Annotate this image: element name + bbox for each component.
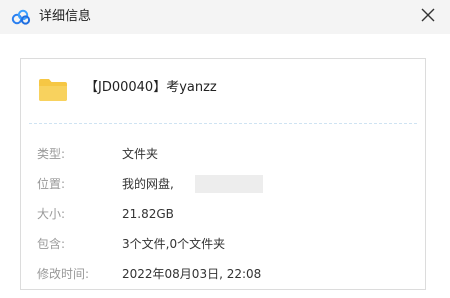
window-title: 详细信息 — [39, 9, 92, 24]
cloud-logo-icon — [11, 9, 31, 25]
title-bar: 详细信息 — [0, 0, 450, 34]
detail-value: 2022年08月03日, 22:08 — [122, 267, 262, 281]
close-button[interactable] — [414, 2, 442, 28]
detail-label: 包含: — [37, 237, 66, 251]
detail-value: 文件夹 — [122, 147, 159, 161]
detail-label: 大小: — [37, 207, 66, 221]
details-panel: 【JD00040】考yanzz 类型: 文件夹 位置: 我的网盘, 大小: 21… — [20, 58, 426, 290]
redacted-path — [195, 175, 263, 193]
detail-label: 修改时间: — [37, 267, 90, 281]
detail-label: 位置: — [37, 177, 66, 191]
close-icon — [421, 8, 435, 22]
folder-icon — [39, 79, 67, 101]
detail-value: 21.82GB — [122, 207, 174, 221]
detail-value[interactable]: 我的网盘, — [122, 175, 174, 193]
file-name: 【JD00040】考yanzz — [85, 80, 217, 95]
detail-value: 3个文件,0个文件夹 — [122, 237, 226, 251]
divider — [29, 123, 417, 124]
detail-label: 类型: — [37, 147, 66, 161]
